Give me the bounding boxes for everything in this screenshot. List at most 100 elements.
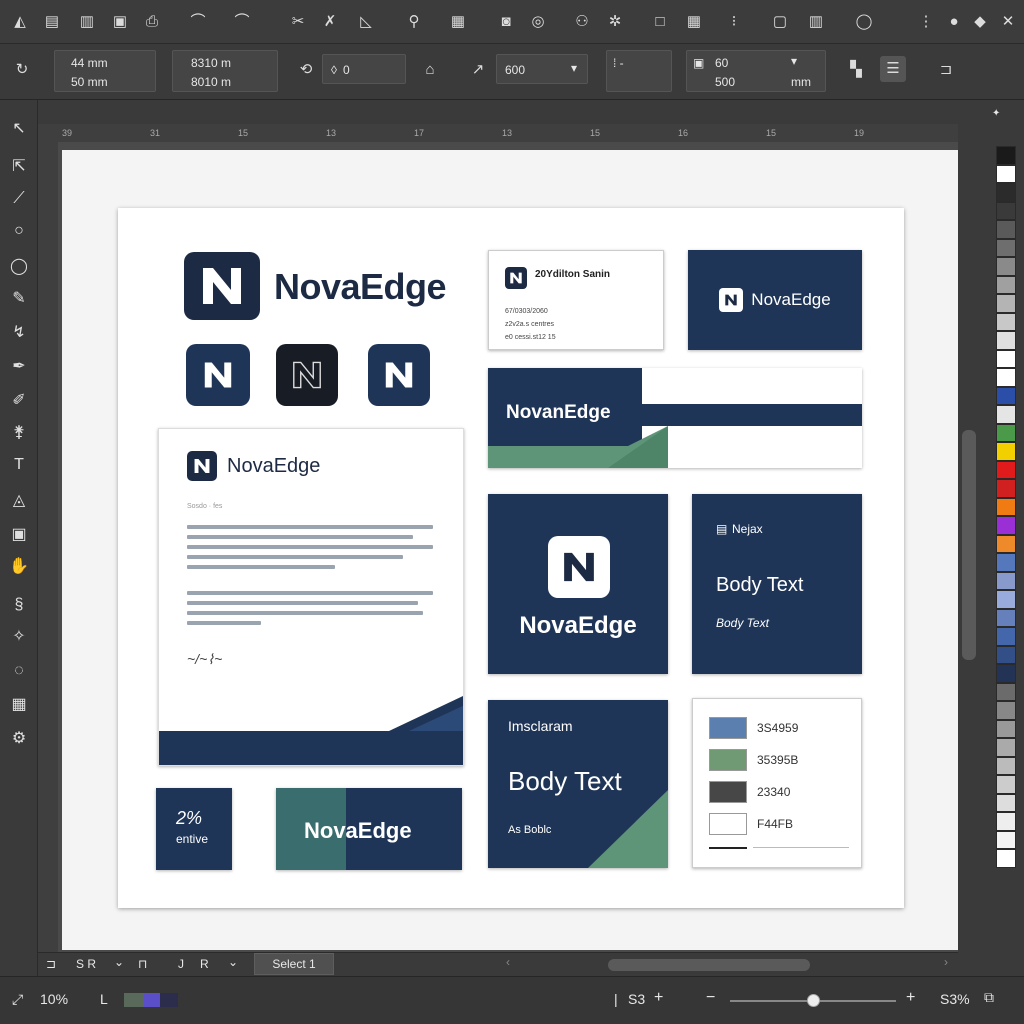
eyedrop-tool-icon[interactable]: ⚵	[8, 422, 30, 444]
grid-icon[interactable]: ▦	[448, 12, 468, 32]
zoom-in-icon[interactable]: +	[906, 989, 915, 1007]
step-icon[interactable]: ⚲	[404, 12, 424, 32]
palette-swatch[interactable]	[996, 405, 1016, 424]
ellipse-tool-icon[interactable]: ○	[8, 220, 30, 242]
palette-swatch[interactable]	[996, 738, 1016, 757]
zoom-tool-icon[interactable]: ◌	[8, 660, 30, 682]
palette-swatch[interactable]	[996, 553, 1016, 572]
palette-swatch[interactable]	[996, 368, 1016, 387]
snap-icon[interactable]: ✲	[605, 12, 625, 32]
align-icon[interactable]: ◙	[496, 12, 516, 32]
palette-swatch[interactable]	[996, 497, 1016, 516]
zoom-level[interactable]: 10%	[40, 991, 68, 1007]
palette-swatch[interactable]	[996, 849, 1016, 868]
logo-card-dark[interactable]: NovaEdge	[688, 250, 862, 350]
brush-tool-icon[interactable]: ✐	[8, 390, 30, 412]
color-palette[interactable]	[996, 146, 1018, 886]
app-icon[interactable]: ◭	[10, 12, 30, 32]
frame-tool-icon[interactable]: ▣	[8, 524, 30, 546]
palette-icon[interactable]: ▥	[806, 12, 826, 32]
page-icon[interactable]: ⊐	[46, 957, 56, 971]
palette-swatch[interactable]	[996, 331, 1016, 350]
color-palette-card[interactable]: 3S4959 35395B 23340 F44FB	[692, 698, 862, 868]
palette-swatch[interactable]	[996, 516, 1016, 535]
palette-swatch[interactable]	[996, 201, 1016, 220]
palette-swatch[interactable]	[996, 701, 1016, 720]
palette-swatch[interactable]	[996, 479, 1016, 498]
transform-tool-icon[interactable]: ↯	[8, 322, 30, 344]
zoom-slider-knob[interactable]	[807, 994, 820, 1007]
layer-color-bar[interactable]	[124, 993, 178, 1007]
scroll-left-icon[interactable]: ‹	[506, 955, 510, 969]
panel-menu-icon[interactable]: ✦	[992, 108, 1000, 119]
palette-swatch[interactable]	[996, 793, 1016, 812]
logo-variant-blue[interactable]	[186, 344, 250, 406]
new-doc-icon[interactable]: ▤	[42, 12, 62, 32]
page-label-2-icon[interactable]: ⊓	[138, 957, 147, 971]
rotation-field[interactable]: ◊ 0	[322, 54, 406, 84]
line-tool-icon[interactable]: ◬	[8, 490, 30, 512]
social-card[interactable]: ▤ Nejax Body Text Body Text	[692, 494, 862, 674]
scroll-right-icon[interactable]: ›	[944, 955, 948, 969]
node-tool-icon[interactable]: ⇱	[8, 156, 30, 178]
brand-board[interactable]: NovaEdge NovaEdge Sosdo · fes ~/~⌇~ 2% e…	[118, 208, 904, 908]
chart-icon[interactable]: ◺	[356, 12, 376, 32]
circle-tool-icon[interactable]: ◯	[8, 256, 30, 278]
stroke-field[interactable]: 600 ▾	[496, 54, 588, 84]
image-icon[interactable]: ▢	[770, 12, 790, 32]
fullscreen-icon[interactable]: ⧉	[984, 989, 994, 1006]
spiral-tool-icon[interactable]: §	[8, 594, 30, 616]
layout-icon[interactable]: ▚	[846, 60, 866, 80]
export-icon[interactable]: ⊐	[936, 60, 956, 80]
tab-select[interactable]: Select 1	[254, 953, 334, 975]
image-tool-icon[interactable]: ▦	[8, 694, 30, 716]
palette-swatch[interactable]	[996, 645, 1016, 664]
logo-variant-navy[interactable]	[368, 344, 430, 406]
palette-swatch[interactable]	[996, 534, 1016, 553]
palette-swatch[interactable]	[996, 571, 1016, 590]
restore-icon[interactable]: ●	[944, 12, 964, 32]
page-label-1[interactable]: S R	[76, 957, 96, 971]
scissors-icon[interactable]: ✂	[288, 12, 308, 32]
web-banner[interactable]: NovanEdge	[488, 368, 862, 468]
palette-swatch[interactable]	[996, 442, 1016, 461]
add-page-icon[interactable]: +	[654, 989, 663, 1007]
dropdown-icon[interactable]: ⌄	[228, 955, 238, 969]
stroke-icon[interactable]: ↗	[468, 60, 488, 80]
hand-tool-icon[interactable]: ✋	[8, 556, 30, 578]
palette-swatch[interactable]	[996, 608, 1016, 627]
circle-icon[interactable]: ◯	[854, 12, 874, 32]
logo-variant-black[interactable]	[276, 344, 338, 406]
palette-swatch[interactable]	[996, 257, 1016, 276]
dimension-field[interactable]: ▣ 60 500 mm ▾	[686, 50, 826, 92]
palette-swatch[interactable]	[996, 164, 1016, 183]
curve2-icon[interactable]: ⌒	[232, 12, 252, 32]
spacing-field[interactable]: ⁞ -	[606, 50, 672, 92]
close-icon[interactable]: ✕	[998, 12, 1018, 32]
palette-swatch[interactable]	[996, 664, 1016, 683]
fill-tool-icon[interactable]: ⚙	[8, 728, 30, 750]
pen-tool-icon[interactable]: ✒	[8, 356, 30, 378]
vertical-scrollbar[interactable]	[962, 430, 976, 660]
logo-mark-large[interactable]	[184, 252, 260, 320]
page-label-2[interactable]: J	[178, 957, 184, 971]
node-icon[interactable]: ⚇	[572, 12, 592, 32]
save-icon[interactable]: ▣	[110, 12, 130, 32]
palette-swatch[interactable]	[996, 312, 1016, 331]
palette-swatch[interactable]	[996, 775, 1016, 794]
app-icon-card[interactable]: NovaEdge	[488, 494, 668, 674]
palette-swatch[interactable]	[996, 275, 1016, 294]
shape-tool-icon[interactable]: ✧	[8, 626, 30, 648]
pointer-icon[interactable]: ✗	[320, 12, 340, 32]
fit-page-icon[interactable]: ⤢	[12, 991, 23, 1008]
ring-icon[interactable]: ◎	[528, 12, 548, 32]
palette-swatch[interactable]	[996, 682, 1016, 701]
palette-swatch[interactable]	[996, 719, 1016, 738]
palette-swatch[interactable]	[996, 386, 1016, 405]
palette-swatch[interactable]	[996, 423, 1016, 442]
text-icon[interactable]: ⁝	[724, 12, 744, 32]
palette-swatch[interactable]	[996, 183, 1016, 202]
lock-icon[interactable]: ⌂	[420, 60, 440, 80]
text-tool-icon[interactable]: T	[8, 454, 30, 476]
more-icon[interactable]: ⋮	[916, 12, 936, 32]
